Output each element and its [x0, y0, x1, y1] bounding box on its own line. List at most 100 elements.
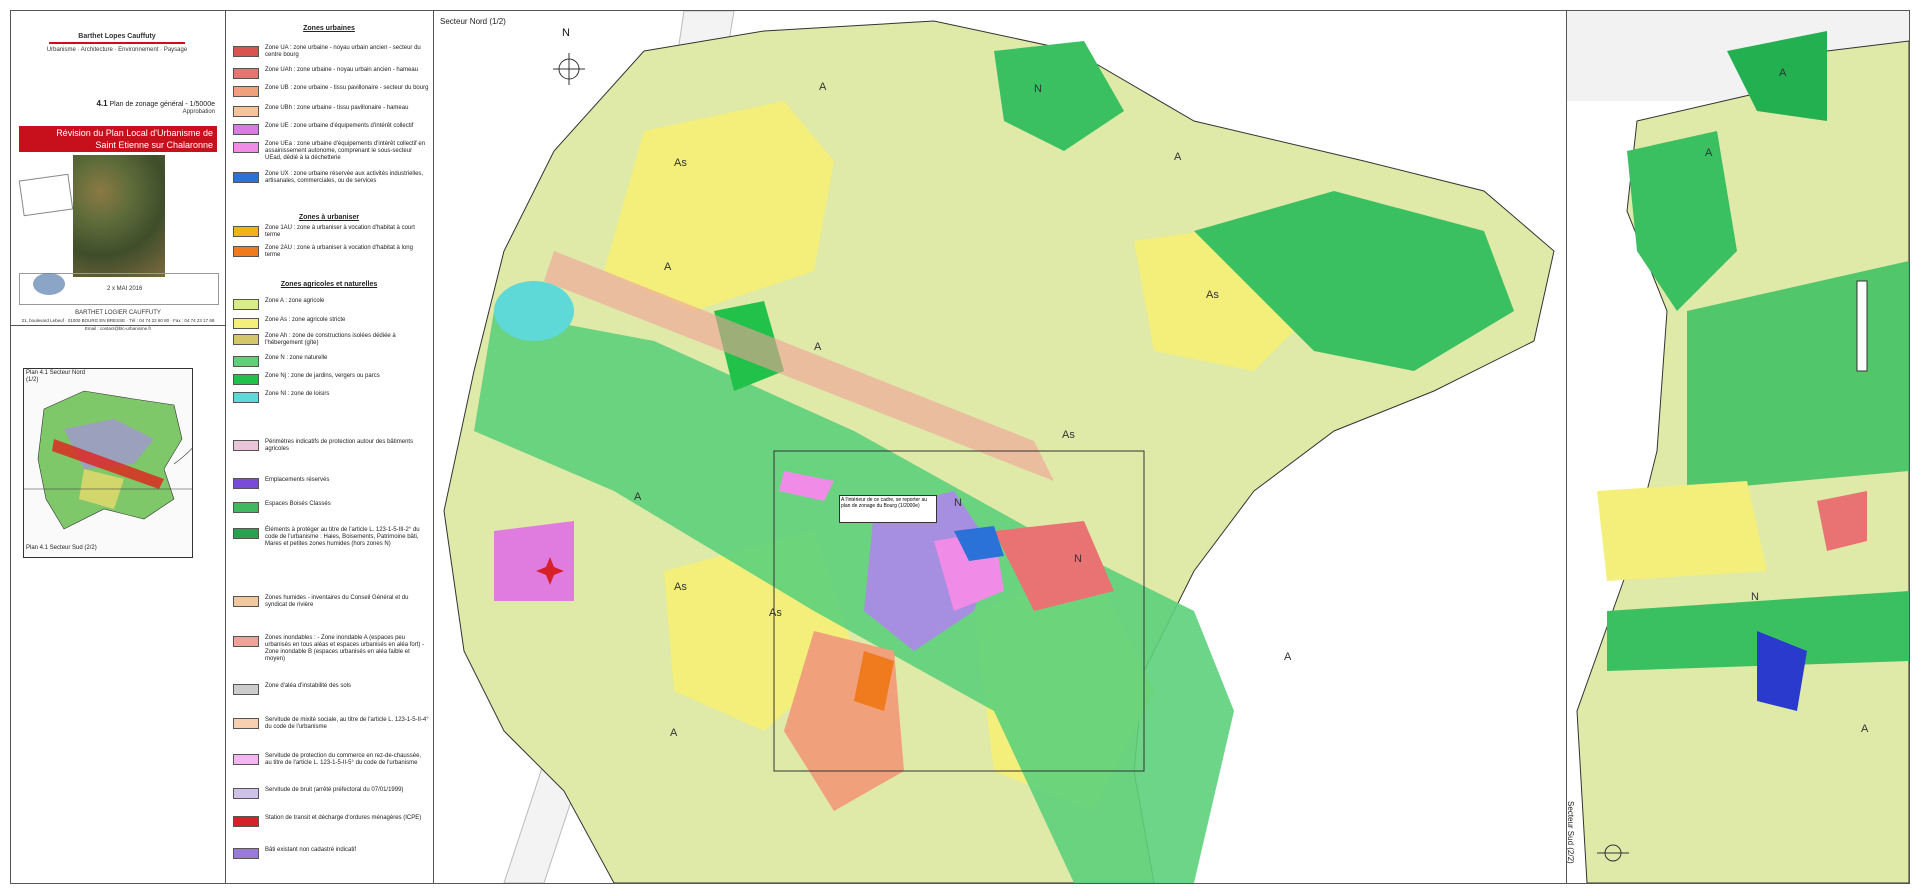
legend-au-label: Zone 1AU : zone à urbaniser à vocation d… [265, 225, 415, 238]
plan-banner: Révision du Plan Local d'Urbanisme de Sa… [19, 126, 217, 152]
banner-line-2: Saint Etienne sur Chalaronne [95, 140, 213, 150]
inset-map-svg [24, 390, 192, 530]
legend-urban-label: Zone UAh : zone urbaine - noyau urbain a… [265, 67, 419, 73]
legend-nat-item: Zone N : zone naturelle [233, 355, 429, 367]
map-north-sector[interactable]: Secteur Nord (1/2) N A l'intérieur de ce… [434, 11, 1567, 883]
map-label-a-4: A [1174, 151, 1182, 163]
legend-other-label: Servitude de mixité sociale, au titre de… [265, 717, 429, 730]
legend-urban-swatch [233, 46, 259, 57]
legend-nat-label: Zone Nj : zone de jardins, vergers ou pa… [265, 373, 380, 379]
legend-urban-swatch [233, 106, 259, 117]
legend-nat-label: Zone Ah : zone de constructions isolées … [265, 333, 396, 346]
legend-au-item: Zone 2AU : zone à urbaniser à vocation d… [233, 245, 429, 259]
legend-other-label: Éléments à protéger au titre de l'articl… [265, 527, 420, 547]
legend-urban-label: Zone UBh : zone urbaine - tissu pavillon… [265, 105, 409, 111]
banner-line-1: Révision du Plan Local d'Urbanisme de [56, 128, 213, 138]
legend-nat-item: Zone Ah : zone de constructions isolées … [233, 333, 429, 347]
plan-title: 4.1 Plan de zonage général - 1/5000e App… [19, 99, 215, 116]
legend-other-label: Zone d'aléa d'instabilité des sols [265, 683, 352, 689]
title-block: Barthet Lopes Cauffuty Urbanisme · Archi… [11, 11, 226, 883]
legend-nat-label: Zone A : zone agricole [265, 298, 325, 304]
legend-other-item: Zones inondables : - Zone inondable A (e… [233, 635, 429, 663]
municipal-seal-icon [33, 273, 65, 295]
legend-other-item: Périmètres indicatifs de protection auto… [233, 439, 429, 453]
legend-other-item: Servitude de bruit (arrêté préfectoral d… [233, 787, 429, 799]
map-label-a-1: A [819, 81, 827, 93]
footer-email: Email : contact@blc-urbanisme.fr [84, 326, 152, 331]
legend-other-swatch [233, 440, 259, 451]
legend-urban-label: Zone UB : zone urbaine - tissu pavillona… [265, 85, 429, 91]
footer-address: 21, boulevard Lebeuf · 01000 BOURG EN BR… [21, 318, 215, 323]
bourg-callout: A l'intérieur de ce cadre, se reporter a… [839, 495, 937, 523]
legend-urban-item: Zone UX : zone urbaine réservée aux acti… [233, 171, 429, 185]
map-label-n-1: N [1034, 83, 1042, 95]
map-label-as-2: As [1206, 289, 1219, 301]
legend-other-item: Station de transit et décharge d'ordures… [233, 815, 429, 827]
map-sheet: Barthet Lopes Cauffuty Urbanisme · Archi… [10, 10, 1910, 884]
map-label-as-3: As [1062, 429, 1075, 441]
legend-urban-label: Zone UEa : zone urbaine d'équipements d'… [265, 141, 426, 161]
legend-other-item: Éléments à protéger au titre de l'articl… [233, 527, 429, 548]
south-notice-box [1856, 280, 1868, 372]
legend-urban-swatch [233, 68, 259, 79]
legend-other-label: Emplacements réservés [265, 477, 330, 483]
sector-inset-map: Plan 4.1 Secteur Nord (1/2) Plan 4.1 Sec… [23, 368, 193, 558]
map-label-as-4: As [769, 607, 782, 619]
legend-other-label: Bâti existant non cadastré indicatif [265, 847, 357, 853]
legend-nat-item: Zone As : zone agricole stricte [233, 317, 429, 329]
map-label-as-1: As [674, 157, 687, 169]
legend-urban-swatch [233, 172, 259, 183]
legend-urban-label: Zone UX : zone urbaine réservée aux acti… [265, 171, 424, 184]
legend-other-swatch [233, 636, 259, 647]
legend-urban-swatch [233, 124, 259, 135]
approval-stamp-icon [18, 173, 74, 217]
south-label-a-3: A [1861, 723, 1869, 735]
legend-urban-item: Zone UA : zone urbaine - noyau urbain an… [233, 45, 429, 59]
legend-nat-label: Zone N : zone naturelle [265, 355, 328, 361]
legend-nat-swatch [233, 299, 259, 310]
legend-other-swatch [233, 502, 259, 513]
legend-nat-item: Zone A : zone agricole [233, 298, 429, 310]
legend-panel: Zones urbaines Zone UA : zone urbaine - … [225, 11, 434, 883]
legend-other-item: Servitude de mixité sociale, au titre de… [233, 717, 429, 731]
legend-other-swatch [233, 848, 259, 859]
map-label-a-7: A [1284, 651, 1292, 663]
plan-stage: Approbation [182, 109, 215, 115]
legend-other-swatch [233, 816, 259, 827]
map-south-sector[interactable]: Secteur Sud (2/2) A A A N [1567, 11, 1909, 883]
south-label-n-1: N [1751, 591, 1759, 603]
legend-urban-item: Zone UEa : zone urbaine d'équipements d'… [233, 141, 429, 162]
title-divider [11, 325, 225, 326]
legend-nat-head: Zones agricoles et naturelles [280, 281, 378, 288]
legend-other-swatch [233, 718, 259, 729]
legend-nat-label: Zone As : zone agricole stricte [265, 317, 346, 323]
legend-nat-item: Zone Nl : zone de loisirs [233, 391, 429, 403]
firm-header: Barthet Lopes Cauffuty Urbanisme · Archi… [19, 33, 215, 54]
firm-rule [49, 42, 185, 44]
footer-name: BARTHET LOGIER CAUFFUTY [75, 310, 161, 316]
legend-other-item: Zone d'aléa d'instabilité des sols [233, 683, 429, 695]
legend-urban-label: Zone UE : zone urbaine d'équipements d'i… [265, 123, 414, 129]
legend-au-label: Zone 2AU : zone à urbaniser à vocation d… [265, 245, 413, 258]
firm-subtitle: Urbanisme · Architecture · Environnement… [46, 47, 188, 53]
legend-other-swatch [233, 754, 259, 765]
legend-urban-head: Zones urbaines [303, 25, 355, 32]
legend-other-label: Zones inondables : - Zone inondable A (e… [265, 635, 425, 662]
legend-other-label: Zones humides - inventaires du Conseil G… [265, 595, 409, 608]
plan-number: 4.1 [96, 99, 108, 108]
legend-other-label: Périmètres indicatifs de protection auto… [265, 439, 414, 452]
legend-nat-swatch [233, 374, 259, 385]
legend-other-swatch [233, 788, 259, 799]
legend-nat-swatch [233, 334, 259, 345]
legend-au-swatch [233, 246, 259, 257]
legend-urban-item: Zone UAh : zone urbaine - noyau urbain a… [233, 67, 429, 79]
south-label-a-2: A [1779, 67, 1787, 79]
south-label-a-1: A [1705, 147, 1713, 159]
north-arrow-letter: N [562, 27, 570, 39]
legend-nat-swatch [233, 392, 259, 403]
inset-north-label: Plan 4.1 Secteur Nord [26, 370, 86, 376]
firm-name: Barthet Lopes Cauffuty [78, 33, 156, 40]
map-label-n-2: N [1074, 553, 1082, 565]
zone-nl [494, 281, 574, 341]
map-label-as-5: As [674, 581, 687, 593]
